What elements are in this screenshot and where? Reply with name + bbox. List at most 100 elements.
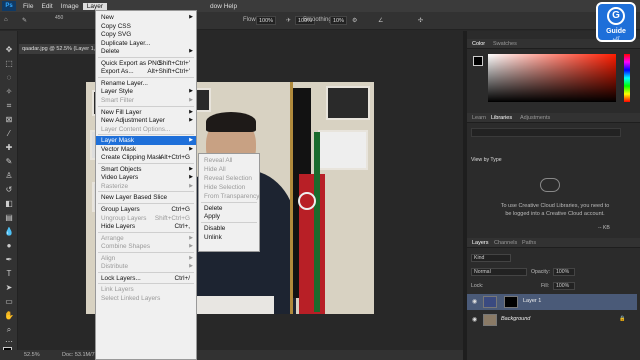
angle-icon[interactable]: ∠ (378, 17, 383, 24)
frame-tool-icon[interactable]: ⊠ (4, 115, 14, 125)
home-icon[interactable]: ⌂ (4, 17, 8, 23)
eraser-icon[interactable]: ◧ (4, 199, 14, 209)
visibility-eye-icon[interactable]: ◉ (472, 298, 477, 305)
layer-menu-item-label: New Layer Based Slice (101, 194, 168, 202)
marquee-tool-icon[interactable]: ⬚ (4, 59, 14, 69)
path-selection-icon[interactable]: ➤ (4, 283, 14, 293)
fill-input[interactable]: 100% (553, 282, 575, 290)
zoom-level[interactable]: 52.5% (24, 352, 40, 358)
guide-logo: G Guide گاید (596, 2, 636, 42)
pen-tool-icon[interactable]: ✒ (4, 255, 14, 265)
layer-row-background[interactable]: ◉ Background 🔒 (467, 312, 637, 328)
eyedropper-icon[interactable]: ⁄ (4, 129, 14, 139)
mask-menu-item-unlink[interactable]: Unlink (199, 233, 259, 242)
view-by-dropdown[interactable]: View by Type (471, 157, 502, 163)
more-tools-icon[interactable]: ⋯ (4, 337, 14, 347)
tab-adjustments[interactable]: Adjustments (520, 115, 550, 121)
mask-menu-item-label: Delete (204, 204, 223, 212)
symmetry-icon[interactable]: ✣ (418, 17, 423, 24)
photoshop-app-icon[interactable]: Ps (2, 1, 16, 11)
tab-channels[interactable]: Channels (494, 240, 517, 246)
layer-menu-item-label: Lock Layers... (101, 274, 141, 282)
layer-menu-item-export-as[interactable]: Export As... Alt+Shift+Ctrl+' (96, 67, 196, 76)
airbrush-icon[interactable]: ✈ (286, 17, 291, 24)
hand-tool-icon[interactable]: ✋ (4, 311, 14, 321)
smoothing-input[interactable]: 10% (330, 16, 348, 25)
brush-size-value[interactable]: 450 (55, 15, 63, 21)
mask-menu-item-delete[interactable]: Delete (199, 204, 259, 213)
layer-menu-item-label: Distribute (101, 263, 128, 271)
layer-menu-item-create-clipping-mask[interactable]: Create Clipping Mask Alt+Ctrl+G (96, 153, 196, 162)
layer-menu-item-label: New Adjustment Layer (101, 117, 165, 125)
blend-mode-select[interactable]: Normal (471, 268, 527, 276)
mask-menu-item-from-transparency: From Transparency (199, 192, 259, 201)
layer-menu-item-select-linked-layers: Select Linked Layers (96, 294, 196, 303)
flow-input[interactable]: 100% (256, 16, 277, 25)
layer-menu-item-label: Ungroup Layers (101, 214, 147, 222)
move-tool-icon[interactable]: ✥ (4, 45, 14, 55)
magic-wand-icon[interactable]: ✧ (4, 87, 14, 97)
blur-tool-icon[interactable]: 💧 (4, 227, 14, 237)
opacity-input[interactable]: 100% (553, 268, 575, 276)
menu-image[interactable]: Image (57, 3, 83, 10)
library-search-input[interactable] (471, 128, 621, 137)
tools-panel: ✥ ⬚ ◌ ✧ ⌗ ⊠ ⁄ ✚ ✎ ♙ ↺ ◧ ▤ 💧 ● ✒ T ➤ ▭ ✋ … (0, 31, 18, 360)
mask-menu-item-hide-selection: Hide Selection (199, 183, 259, 192)
lasso-tool-icon[interactable]: ◌ (4, 73, 14, 83)
smoothing-label: Smoothing: (303, 17, 334, 23)
shortcut-label: Alt+Shift+Ctrl+' (147, 68, 190, 76)
zoom-tool-icon[interactable]: ⌕ (4, 325, 14, 335)
layer-mask-thumbnail[interactable] (504, 296, 518, 308)
rectangle-tool-icon[interactable]: ▭ (4, 297, 14, 307)
layer-menu-item-delete[interactable]: Delete ▶ (96, 47, 196, 56)
menu-window-help[interactable]: dow Help (206, 3, 241, 10)
menu-edit[interactable]: Edit (37, 3, 56, 10)
color-picker-field[interactable] (488, 54, 616, 102)
document-tab[interactable]: qaadar.jpg @ 52.5% (Layer 1, (19, 44, 99, 54)
hue-slider[interactable] (624, 54, 630, 102)
layer-name[interactable]: Layer 1 (523, 298, 541, 304)
certificate-frame (318, 130, 368, 170)
layer-row-layer-1[interactable]: ◉ Layer 1 (467, 294, 637, 310)
layer-menu-item-new-layer-based-slice[interactable]: New Layer Based Slice (96, 193, 196, 202)
menu-file[interactable]: File (19, 3, 37, 10)
layer-menu-item-label: Smart Objects (101, 165, 142, 173)
mask-menu-item-hide-all: Hide All (199, 165, 259, 174)
tab-layers[interactable]: Layers (472, 240, 489, 246)
wall-photo-frame (326, 86, 370, 120)
layer-menu-separator (98, 203, 194, 204)
crop-tool-icon[interactable]: ⌗ (4, 101, 14, 111)
smoothing-settings-icon[interactable]: ⚙ (352, 17, 357, 24)
stamp-tool-icon[interactable]: ♙ (4, 171, 14, 181)
dodge-tool-icon[interactable]: ● (4, 241, 14, 251)
layer-name[interactable]: Background (501, 316, 530, 322)
doc-info[interactable]: Doc: 53.1M/7 (62, 352, 95, 358)
menu-layer[interactable]: Layer (82, 2, 108, 10)
history-brush-icon[interactable]: ↺ (4, 185, 14, 195)
tab-color[interactable]: Color (472, 41, 485, 47)
mask-menu-item-apply[interactable]: Apply (199, 212, 259, 221)
tab-swatches[interactable]: Swatches (493, 41, 517, 47)
status-bar: 52.5% Doc: 53.1M/7 (0, 350, 463, 360)
layer-menu-separator (98, 251, 194, 253)
healing-brush-icon[interactable]: ✚ (4, 143, 14, 153)
tab-paths[interactable]: Paths (522, 240, 536, 246)
layer-menu-item-label: Layer Content Options... (101, 125, 171, 133)
layer-menu-item-lock-layers[interactable]: Lock Layers... Ctrl+/ (96, 274, 196, 283)
tab-learn[interactable]: Learn (472, 115, 486, 121)
visibility-eye-icon[interactable]: ◉ (472, 316, 477, 323)
type-tool-icon[interactable]: T (4, 269, 14, 279)
mask-menu-item-disable[interactable]: Disable (199, 224, 259, 233)
layer-menu: New ▶ Copy CSS Copy SVG Duplicate Layer... De… (95, 10, 197, 360)
brush-tool-icon[interactable]: ✎ (22, 17, 27, 24)
mask-menu-separator (201, 201, 257, 203)
layer-menu-item-label: Select Linked Layers (101, 294, 161, 302)
tab-libraries[interactable]: Libraries (491, 115, 512, 121)
mask-menu-item-label: Unlink (204, 234, 222, 242)
brush-tool-icon-sidebar[interactable]: ✎ (4, 157, 14, 167)
layer-menu-item-hide-layers[interactable]: Hide Layers Ctrl+, (96, 222, 196, 231)
color-fg-swatch[interactable] (473, 56, 483, 66)
gradient-tool-icon[interactable]: ▤ (4, 213, 14, 223)
layer-filter-kind[interactable]: Kind (471, 254, 511, 262)
layer-menu-separator (98, 191, 194, 193)
